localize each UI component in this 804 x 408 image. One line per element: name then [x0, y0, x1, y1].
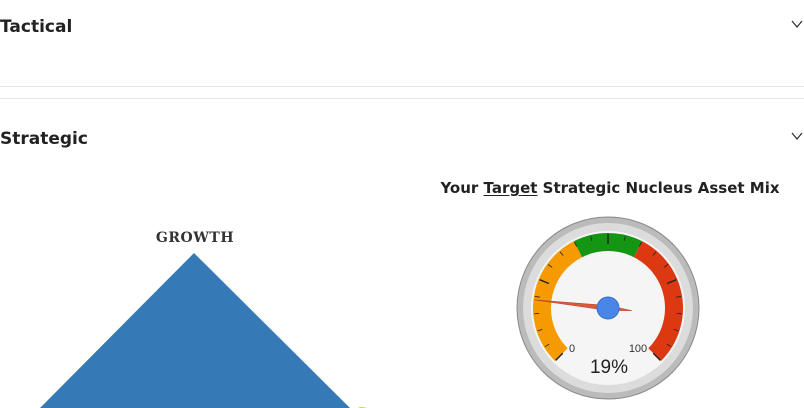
gauge-bands — [533, 232, 684, 362]
gauge-mid-ring — [523, 223, 693, 393]
gauge-tick — [652, 251, 657, 256]
tactical-section-title: Tactical — [0, 17, 73, 37]
gauge-tick — [555, 352, 564, 361]
gauge-tick — [544, 343, 550, 348]
gauge-tick — [534, 296, 540, 298]
gauge-tick — [590, 235, 593, 241]
gauge-tick — [663, 264, 669, 268]
chevron-down-icon[interactable] — [790, 17, 804, 31]
chevron-down-icon[interactable] — [790, 129, 804, 143]
section-divider — [0, 86, 804, 87]
gauge-tick — [559, 251, 564, 256]
gauge-tick — [623, 235, 626, 241]
gauge-tick — [539, 279, 550, 285]
strategic-section-header[interactable]: Strategic — [0, 129, 804, 179]
gauge-tick — [574, 241, 578, 247]
gauge-tick — [673, 328, 679, 332]
pyramid-growth-shape — [40, 253, 350, 408]
gauge-min-label: 0 — [569, 343, 575, 355]
gauge-value-text: 19% — [590, 357, 628, 378]
gauge-band-0 — [533, 241, 583, 362]
gauge-tick — [547, 264, 553, 268]
gauge-title: Your Target Strategic Nucleus Asset Mix — [430, 179, 790, 197]
gauge-max-label: 100 — [629, 343, 647, 355]
gauge-band-2 — [633, 241, 684, 362]
gauge-tick — [666, 343, 672, 348]
gauge-face — [531, 231, 685, 385]
section-divider — [0, 98, 804, 99]
gauge-outer-ring — [516, 216, 700, 400]
strategic-section-title: Strategic — [0, 129, 88, 149]
gauge-tick — [638, 241, 642, 247]
gauge-ticks — [534, 234, 682, 361]
gauge-band-1 — [573, 232, 643, 258]
gauge-tick — [676, 296, 682, 298]
pyramid-label-growth: GROWTH — [156, 230, 234, 246]
gauge-hub — [596, 296, 620, 320]
gauge-tick — [537, 328, 543, 332]
gauge-title-emphasis: Target — [483, 179, 538, 197]
gauge-tick — [652, 352, 661, 361]
gauge-tick — [666, 279, 677, 285]
gauge-title-prefix: Your — [440, 179, 484, 197]
tactical-section-header[interactable]: Tactical — [0, 17, 804, 67]
gauge-title-suffix: Strategic Nucleus Asset Mix — [537, 179, 780, 197]
gauge-needle — [534, 299, 632, 311]
